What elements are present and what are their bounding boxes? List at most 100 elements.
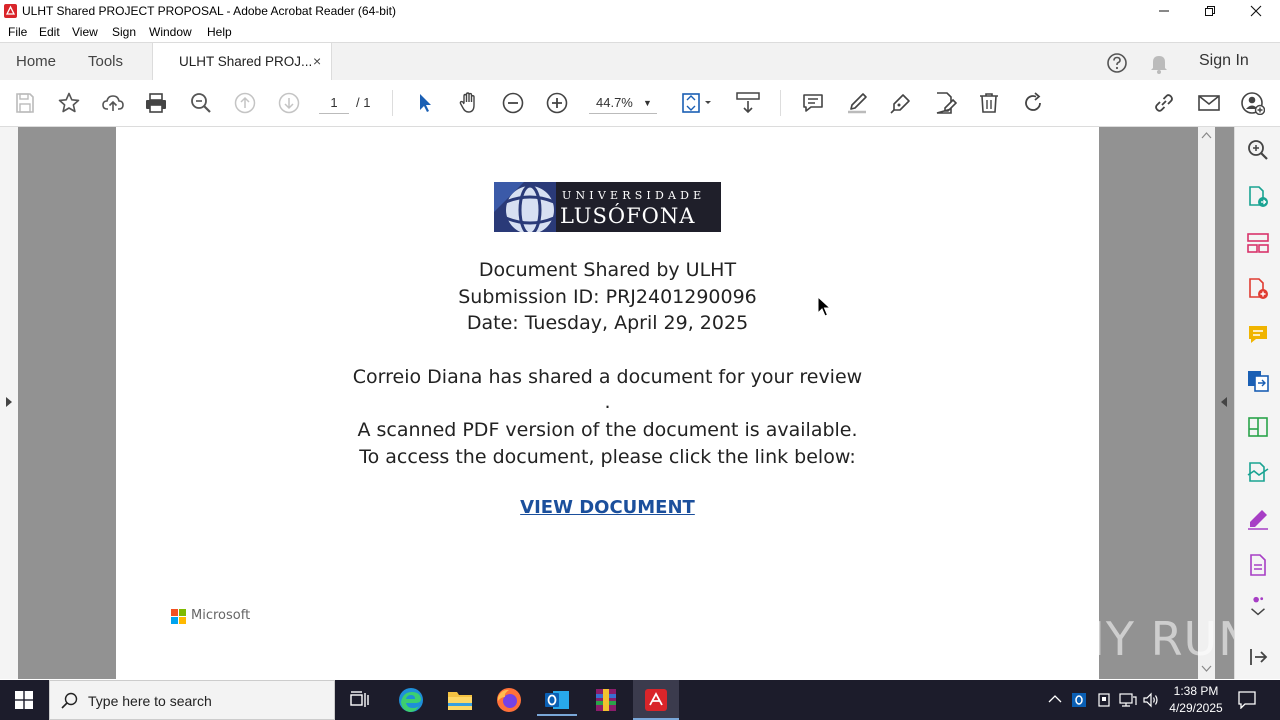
tab-home[interactable]: Home bbox=[16, 53, 56, 70]
scroll-mode-button[interactable] bbox=[736, 91, 760, 115]
zoom-out-button[interactable] bbox=[501, 91, 525, 115]
view-document-link[interactable]: VIEW DOCUMENT bbox=[520, 497, 695, 518]
period-text: . bbox=[604, 391, 611, 413]
scanned-pdf-text: A scanned PDF version of the document is… bbox=[357, 419, 858, 441]
bookmark-star-button[interactable] bbox=[57, 91, 81, 115]
task-view-button[interactable] bbox=[340, 684, 380, 716]
comment-tool-button[interactable] bbox=[1246, 323, 1270, 347]
toolbar-divider bbox=[392, 90, 393, 116]
minimize-button[interactable] bbox=[1141, 0, 1187, 22]
edge-browser-button[interactable] bbox=[391, 684, 431, 716]
compress-pdf-tool-button[interactable] bbox=[1246, 415, 1270, 439]
winrar-button[interactable] bbox=[586, 684, 626, 716]
volume-icon[interactable] bbox=[1143, 692, 1159, 708]
outlook-button[interactable] bbox=[537, 684, 577, 716]
zoom-in-button[interactable] bbox=[545, 91, 569, 115]
notification-center-icon[interactable] bbox=[1238, 691, 1256, 709]
find-text-button[interactable] bbox=[189, 91, 213, 115]
scroll-up-arrow-icon[interactable] bbox=[1201, 131, 1212, 139]
delete-button[interactable] bbox=[977, 91, 1001, 115]
page-number-input[interactable]: 1 bbox=[319, 93, 349, 114]
menu-file[interactable]: File bbox=[8, 25, 27, 39]
tab-document[interactable]: ULHT Shared PROJ... × bbox=[152, 43, 332, 81]
comment-button[interactable] bbox=[801, 91, 825, 115]
fill-sign-button[interactable] bbox=[889, 91, 913, 115]
share-people-button[interactable] bbox=[1241, 91, 1266, 116]
rotate-button[interactable] bbox=[1021, 91, 1045, 115]
show-hidden-icons-chevron-icon[interactable] bbox=[1048, 694, 1062, 704]
taskbar-search-box[interactable]: Type here to search bbox=[49, 680, 335, 720]
more-tools-button[interactable] bbox=[1246, 595, 1270, 621]
scroll-down-arrow-icon[interactable] bbox=[1201, 665, 1212, 673]
date-text: Date: Tuesday, April 29, 2025 bbox=[466, 312, 749, 334]
menu-window[interactable]: Window bbox=[149, 25, 192, 39]
help-icon[interactable] bbox=[1106, 52, 1128, 74]
running-indicator bbox=[537, 714, 577, 716]
save-button[interactable] bbox=[13, 91, 37, 115]
fill-sign-tool-button[interactable] bbox=[1246, 507, 1270, 531]
file-explorer-button[interactable] bbox=[440, 684, 480, 716]
winrar-icon bbox=[596, 689, 616, 711]
select-tool-button[interactable] bbox=[413, 91, 437, 115]
create-pdf-icon bbox=[1249, 278, 1268, 299]
trash-icon bbox=[980, 93, 998, 113]
sign-in-button[interactable]: Sign In bbox=[1199, 52, 1249, 70]
export-pdf-tool-button[interactable] bbox=[1246, 185, 1270, 209]
tab-tools[interactable]: Tools bbox=[88, 53, 123, 70]
cloud-upload-icon bbox=[102, 95, 124, 111]
highlighter-pen-icon bbox=[848, 93, 867, 114]
clock-date: 4/29/2025 bbox=[1169, 701, 1223, 715]
collapse-tools-pane-button[interactable] bbox=[1246, 645, 1270, 669]
menu-edit[interactable]: Edit bbox=[39, 25, 60, 39]
acrobat-reader-taskbar-button[interactable] bbox=[633, 680, 679, 720]
organize-pages-tool-button[interactable] bbox=[1246, 231, 1270, 255]
more-tools-chevron-icon bbox=[1251, 596, 1265, 616]
sign-pen-icon bbox=[1248, 510, 1268, 530]
share-link-button[interactable] bbox=[1152, 91, 1176, 115]
close-tab-icon[interactable]: × bbox=[313, 53, 321, 69]
menu-view[interactable]: View bbox=[72, 25, 98, 39]
expand-left-panel-icon[interactable] bbox=[5, 396, 13, 408]
restore-button[interactable] bbox=[1187, 0, 1233, 22]
right-tools-panel bbox=[1234, 127, 1280, 679]
firefox-button[interactable] bbox=[489, 684, 529, 716]
arrow-down-circle-icon bbox=[278, 92, 300, 114]
zoom-search-icon bbox=[191, 93, 211, 113]
compress-icon bbox=[1248, 417, 1268, 437]
system-clock[interactable]: 1:38 PM 4/29/2025 bbox=[1163, 683, 1229, 717]
submission-id-text: Submission ID: PRJ2401290096 bbox=[458, 286, 757, 308]
upload-cloud-button[interactable] bbox=[101, 91, 125, 115]
print-button[interactable] bbox=[144, 91, 168, 115]
start-button[interactable] bbox=[4, 684, 44, 716]
scan-ocr-tool-button[interactable] bbox=[1246, 461, 1270, 485]
edit-pdf-tool-button[interactable] bbox=[1246, 553, 1270, 577]
zoom-level-dropdown[interactable]: 44.7% ▼ bbox=[589, 93, 657, 114]
scroll-down-icon bbox=[736, 92, 760, 114]
previous-page-button[interactable] bbox=[233, 91, 257, 115]
email-button[interactable] bbox=[1197, 91, 1221, 115]
highlight-button[interactable] bbox=[845, 91, 869, 115]
page-fit-button[interactable] bbox=[681, 91, 715, 115]
notifications-bell-icon[interactable] bbox=[1149, 52, 1169, 74]
device-tray-icon[interactable] bbox=[1096, 692, 1112, 708]
toolbar-divider bbox=[780, 90, 781, 116]
next-page-button[interactable] bbox=[277, 91, 301, 115]
export-pdf-icon bbox=[1249, 186, 1268, 207]
close-button[interactable] bbox=[1233, 0, 1279, 22]
rotate-icon bbox=[1025, 92, 1041, 111]
plus-circle-icon bbox=[546, 92, 568, 114]
outlook-tray-icon[interactable] bbox=[1071, 692, 1087, 708]
menu-sign[interactable]: Sign bbox=[112, 25, 136, 39]
restore-icon bbox=[1205, 6, 1215, 16]
collapse-right-panel-icon[interactable] bbox=[1220, 396, 1228, 408]
access-instructions-text: To access the document, please click the… bbox=[359, 446, 856, 468]
combine-files-tool-button[interactable] bbox=[1246, 369, 1270, 393]
hand-tool-button[interactable] bbox=[457, 91, 481, 115]
network-icon[interactable] bbox=[1119, 692, 1137, 708]
vertical-scrollbar[interactable] bbox=[1198, 127, 1215, 679]
create-pdf-tool-button[interactable] bbox=[1246, 277, 1270, 301]
search-tool-button[interactable] bbox=[1246, 138, 1270, 162]
link-icon bbox=[1155, 94, 1173, 112]
edit-pdf-button[interactable] bbox=[933, 91, 958, 115]
menu-help[interactable]: Help bbox=[207, 25, 232, 39]
